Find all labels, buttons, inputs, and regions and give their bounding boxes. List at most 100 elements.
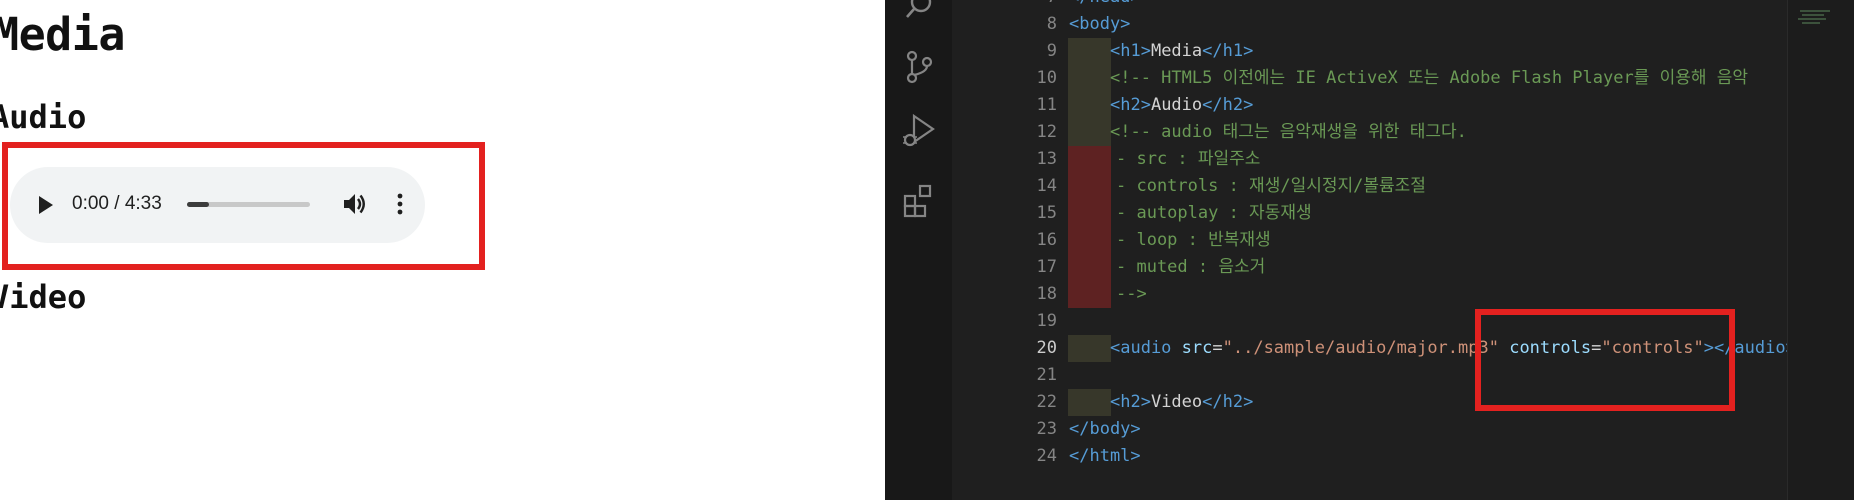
browser-preview: Media Audio 0:00 / 4:33 Vide: [0, 0, 885, 500]
run-debug-icon[interactable]: [899, 110, 939, 150]
indent-highlight: [1068, 65, 1111, 92]
annotation-box-controls-attr: [1475, 309, 1735, 411]
code-token: </body>: [1069, 419, 1141, 439]
indent-highlight: [1068, 92, 1111, 119]
code-text: - controls : 재생/일시정지/볼륨조절: [1116, 173, 1426, 200]
code-token: "../sample/audio/major.mp3": [1222, 338, 1499, 358]
indent-highlight-error: [1068, 173, 1111, 200]
code-line[interactable]: 10 <!-- HTML5 이전에는 IE ActiveX 또는 Adobe Fl…: [952, 65, 1787, 92]
code-token: <audio: [1110, 338, 1172, 358]
code-text: -->: [1116, 281, 1147, 308]
code-token: </head>: [1069, 0, 1141, 7]
extensions-icon[interactable]: [899, 180, 939, 220]
code-token: <h2>: [1110, 95, 1151, 115]
code-line[interactable]: 24 </html>: [952, 443, 1787, 470]
indent-highlight-error: [1068, 200, 1111, 227]
code-text: <body>: [1069, 11, 1130, 38]
indent-highlight-error: [1068, 146, 1111, 173]
code-token: - controls : 재생/일시정지/볼륨조절: [1116, 176, 1426, 196]
line-number: 20: [1036, 338, 1057, 358]
code-line[interactable]: 17 - muted : 음소거: [952, 254, 1787, 281]
code-token: </html>: [1069, 446, 1141, 466]
code-token: - muted : 음소거: [1116, 257, 1266, 277]
code-line[interactable]: 14 - controls : 재생/일시정지/볼륨조절: [952, 173, 1787, 200]
code-line[interactable]: 16 - loop : 반복재생: [952, 227, 1787, 254]
code-token: - loop : 반복재생: [1116, 230, 1271, 250]
line-number: 14: [1036, 176, 1057, 196]
line-number: 10: [1036, 68, 1057, 88]
code-line[interactable]: 13 - src : 파일주소: [952, 146, 1787, 173]
code-token: </h2>: [1202, 392, 1254, 412]
code-text: - muted : 음소거: [1116, 254, 1265, 281]
code-line[interactable]: 18 -->: [952, 281, 1787, 308]
code-line[interactable]: 23 </body>: [952, 416, 1787, 443]
search-icon[interactable]: [899, 0, 939, 26]
minimap-line: [1800, 10, 1830, 12]
code-line[interactable]: 12 <!-- audio 태그는 음악재생을 위한 태그다.: [952, 119, 1787, 146]
indent-highlight: [1068, 389, 1111, 416]
code-text: - src : 파일주소: [1116, 146, 1260, 173]
code-text: <h2>Audio</h2>: [1110, 92, 1253, 119]
code-text: - loop : 반복재생: [1116, 227, 1271, 254]
code-token: <body>: [1069, 14, 1131, 34]
code-line[interactable]: 9 <h1>Media</h1>: [952, 38, 1787, 65]
code-token: Video: [1150, 392, 1203, 412]
minimap-line: [1802, 22, 1820, 24]
line-number: 24: [1036, 446, 1057, 466]
minimap[interactable]: [1787, 0, 1854, 500]
line-number: 16: [1036, 230, 1057, 250]
code-token: <h1>: [1110, 41, 1151, 61]
code-token: - src : 파일주소: [1116, 149, 1261, 169]
line-number: 13: [1036, 149, 1057, 169]
indent-highlight: [1068, 335, 1111, 362]
line-number: 22: [1036, 392, 1057, 412]
code-line[interactable]: 7 </head>: [952, 0, 1787, 11]
line-number: 21: [1036, 365, 1057, 385]
source-control-icon[interactable]: [899, 47, 939, 87]
line-number: 7: [952, 0, 1057, 11]
line-number: 17: [1036, 257, 1057, 277]
line-number: 8: [1046, 14, 1057, 34]
code-text: - autoplay : 자동재생: [1116, 200, 1312, 227]
minimap-line: [1798, 18, 1826, 20]
code-token: =: [1212, 338, 1223, 358]
code-text: <h1>Media</h1>: [1110, 38, 1253, 65]
line-number: 18: [1036, 284, 1057, 304]
code-token: <!-- audio 태그는 음악재생을 위한 태그다.: [1110, 122, 1467, 142]
page-heading-media: Media: [0, 8, 125, 61]
code-text: <h2>Video</h2>: [1110, 389, 1253, 416]
code-editor: 7 </head> 8 <body> 9 <h1>Media</h1> 10 <!-- HTM…: [885, 0, 1854, 500]
code-token: - autoplay : 자동재생: [1116, 203, 1312, 223]
indent-highlight: [1068, 38, 1111, 65]
code-text: <!-- audio 태그는 음악재생을 위한 태그다.: [1110, 119, 1467, 146]
code-line[interactable]: 11 <h2>Audio</h2>: [952, 92, 1787, 119]
code-text: </html>: [1069, 443, 1141, 470]
line-number: 15: [1036, 203, 1057, 223]
line-number: 9: [1046, 41, 1057, 61]
code-text: </head>: [1069, 0, 1141, 11]
code-text: </body>: [1069, 416, 1141, 443]
indent-highlight-error: [1068, 254, 1111, 281]
section-heading-audio: Audio: [0, 98, 87, 136]
line-number: 11: [1036, 95, 1057, 115]
code-token: Media: [1150, 41, 1203, 61]
code-line[interactable]: 8 <body>: [952, 11, 1787, 38]
code-token: <!-- HTML5 이전에는 IE ActiveX 또는 Adobe Flas…: [1110, 68, 1749, 88]
activity-bar: [885, 0, 952, 500]
code-token: src: [1171, 338, 1213, 358]
code-token: <h2>: [1110, 392, 1151, 412]
code-token: Audio: [1150, 95, 1203, 115]
code-token: </h2>: [1202, 95, 1254, 115]
line-number: 23: [1036, 419, 1057, 439]
code-text: <!-- HTML5 이전에는 IE ActiveX 또는 Adobe Flas…: [1110, 65, 1748, 92]
line-number: 19: [1036, 311, 1057, 331]
annotation-box-player: [2, 142, 485, 270]
code-area[interactable]: 7 </head> 8 <body> 9 <h1>Media</h1> 10 <!-- HTM…: [952, 0, 1796, 500]
code-token: -->: [1116, 284, 1147, 304]
indent-highlight-error: [1068, 227, 1111, 254]
section-heading-video: Video: [0, 278, 87, 316]
code-token: </h1>: [1202, 41, 1254, 61]
indent-highlight-error: [1068, 281, 1111, 308]
minimap-line: [1802, 14, 1824, 16]
code-line[interactable]: 15 - autoplay : 자동재생: [952, 200, 1787, 227]
